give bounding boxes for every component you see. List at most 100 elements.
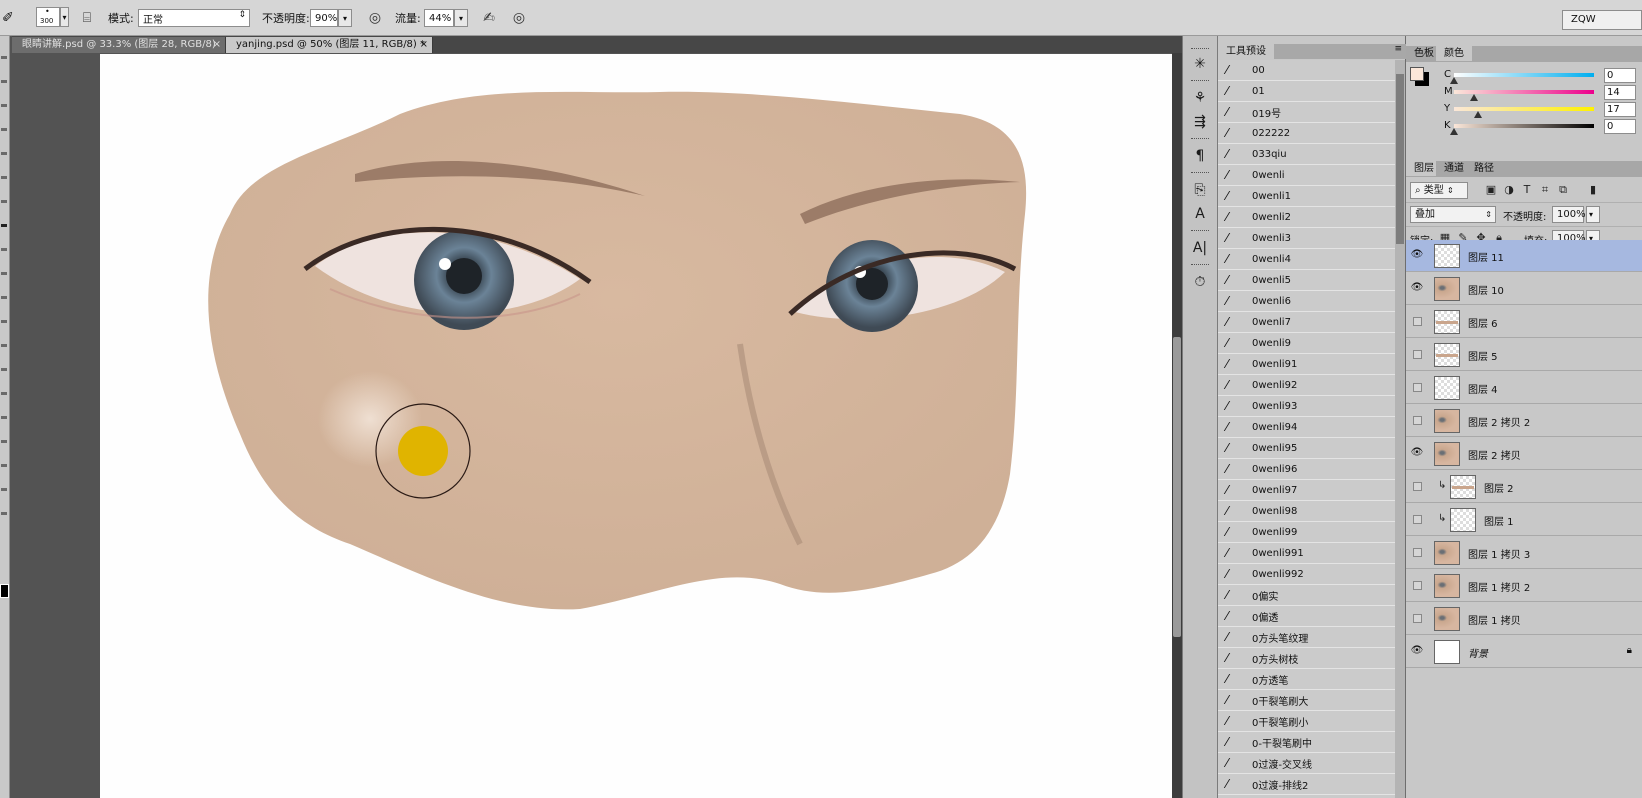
blend-mode-select[interactable]: 叠加 ⇕ <box>1410 206 1496 223</box>
tool-preset-row[interactable]: ⁄ 0过渡-排线2 <box>1218 774 1396 795</box>
tool-dodge[interactable] <box>1 368 7 371</box>
layer-opacity-input[interactable]: 100% <box>1552 206 1586 223</box>
cmyk-slider-thumb[interactable] <box>1450 128 1458 135</box>
brush-size-picker[interactable]: • 300 <box>36 7 60 27</box>
layer-filter-select[interactable]: ⌕ 类型 ⇕ <box>1410 182 1468 199</box>
tool-lasso[interactable] <box>1 104 7 107</box>
layer-name[interactable]: 图层 2 拷贝 2 <box>1468 414 1530 429</box>
brush-panel-toggle-icon[interactable]: ⌸ <box>78 9 96 27</box>
presets-scrollbar[interactable] <box>1395 60 1405 798</box>
tool-preset-row[interactable]: ⁄ 0wenli91 <box>1218 354 1396 375</box>
tool-preset-row[interactable]: ⁄ 0wenli3 <box>1218 228 1396 249</box>
tool-clone[interactable] <box>1 248 7 251</box>
cmyk-slider-thumb[interactable] <box>1469 94 1478 101</box>
layer-name[interactable]: 图层 1 拷贝 2 <box>1468 579 1530 594</box>
visibility-toggle[interactable] <box>1413 317 1422 326</box>
tool-type[interactable] <box>1 416 7 419</box>
doc-tab-eyes-tutorial[interactable]: 眼睛讲解.psd @ 33.3% (图层 28, RGB/8) × <box>12 37 226 53</box>
tool-preset-row[interactable]: ⁄ 0干裂笔刷大 <box>1218 690 1396 711</box>
layer-row[interactable]: ↳ 图层 1 <box>1406 504 1642 536</box>
visibility-toggle[interactable] <box>1413 515 1422 524</box>
tool-path-select[interactable] <box>1 440 7 443</box>
layer-thumbnail[interactable] <box>1434 277 1460 301</box>
tool-preset-row[interactable]: ⁄ 0wenli98 <box>1218 501 1396 522</box>
visibility-toggle[interactable] <box>1413 548 1422 557</box>
tool-preset-row[interactable]: ⁄ 0wenli2 <box>1218 207 1396 228</box>
tool-preset-row[interactable]: ⁄ 00 <box>1218 60 1396 81</box>
tool-move[interactable] <box>1 56 7 59</box>
tool-quick-select[interactable] <box>1 128 7 131</box>
tool-preset-row[interactable]: ⁄ 0过渡-交叉线 <box>1218 753 1396 774</box>
tool-preset-row[interactable]: ⁄ 0wenli92 <box>1218 375 1396 396</box>
tool-shape[interactable] <box>1 464 7 467</box>
tool-preset-row[interactable]: ⁄ 0wenli93 <box>1218 396 1396 417</box>
doc-tab-yanjing[interactable]: yanjing.psd @ 50% (图层 11, RGB/8) * × <box>226 37 433 53</box>
layer-row[interactable]: 👁︎ 图层 11 <box>1406 240 1642 272</box>
cmyk-value-input[interactable]: 0 <box>1604 119 1636 134</box>
layer-thumbnail[interactable] <box>1434 409 1460 433</box>
tool-healing[interactable] <box>1 200 7 203</box>
tool-preset-row[interactable]: ⁄ 0wenli99 <box>1218 522 1396 543</box>
tool-preset-row[interactable]: ⁄ 0wenli9 <box>1218 333 1396 354</box>
visibility-toggle[interactable] <box>1413 350 1422 359</box>
layer-thumbnail[interactable] <box>1434 574 1460 598</box>
visibility-toggle[interactable] <box>1413 416 1422 425</box>
visibility-toggle[interactable] <box>1413 581 1422 590</box>
dock-grip[interactable] <box>1191 48 1209 51</box>
visibility-toggle[interactable] <box>1413 614 1422 623</box>
dock-grip[interactable] <box>1191 230 1209 233</box>
tool-preset-row[interactable]: ⁄ 0wenli7 <box>1218 312 1396 333</box>
layer-row[interactable]: 图层 1 拷贝 2 <box>1406 570 1642 602</box>
tool-preset-row[interactable]: ⁄ 01 <box>1218 81 1396 102</box>
layer-name[interactable]: 图层 10 <box>1468 282 1504 297</box>
flow-dropdown[interactable]: ▾ <box>454 9 468 27</box>
presets-scroll-thumb[interactable] <box>1396 74 1404 244</box>
cmyk-slider-track[interactable] <box>1454 124 1594 128</box>
tool-preset-row[interactable]: ⁄ 019号 <box>1218 102 1396 123</box>
character-icon[interactable]: A <box>1188 202 1212 226</box>
layer-name[interactable]: 图层 11 <box>1468 249 1504 264</box>
opacity-input[interactable]: 90% <box>310 9 338 27</box>
layer-row[interactable]: 👁︎ 背景 🔒︎ <box>1406 636 1642 668</box>
cmyk-value-input[interactable]: 14 <box>1604 85 1636 100</box>
dock-grip[interactable] <box>1191 172 1209 175</box>
close-icon[interactable]: × <box>420 37 428 52</box>
layer-name[interactable]: 图层 4 <box>1468 381 1498 396</box>
tab-tool-presets[interactable]: 工具预设 <box>1218 44 1274 59</box>
tab-paths[interactable]: 路径 <box>1466 161 1502 176</box>
workspace-switcher[interactable]: ZQW <box>1562 10 1642 30</box>
canvas-scroll-thumb[interactable] <box>1173 337 1181 637</box>
layer-name[interactable]: 图层 1 <box>1484 513 1514 528</box>
brush-tool-icon[interactable]: ✐ <box>2 9 14 27</box>
tool-marquee[interactable] <box>1 80 7 83</box>
tool-preset-row[interactable]: ⁄ 0wenli1 <box>1218 186 1396 207</box>
paragraph-style-icon[interactable]: A| <box>1188 236 1212 260</box>
layer-thumbnail[interactable] <box>1434 442 1460 466</box>
tool-preset-row[interactable]: ⁄ 0wenli992 <box>1218 564 1396 585</box>
layer-thumbnail[interactable] <box>1434 244 1460 268</box>
eye-icon[interactable]: 👁︎ <box>1410 281 1424 295</box>
pressure-opacity-icon[interactable]: ◎ <box>366 9 384 27</box>
tool-eyedropper[interactable] <box>1 176 7 179</box>
tool-preset-row[interactable]: ⁄ 0wenli5 <box>1218 270 1396 291</box>
history-icon[interactable]: ⎘ <box>1188 178 1212 202</box>
document-canvas[interactable] <box>100 54 1172 798</box>
tool-hand[interactable] <box>1 488 7 491</box>
layer-thumbnail[interactable] <box>1434 607 1460 631</box>
paragraph-icon[interactable]: ¶ <box>1188 144 1212 168</box>
layer-row[interactable]: 图层 1 拷贝 <box>1406 603 1642 635</box>
tool-preset-row[interactable]: ⁄ 0wenli95 <box>1218 438 1396 459</box>
layer-thumbnail[interactable] <box>1450 508 1476 532</box>
eye-icon[interactable]: 👁︎ <box>1410 248 1424 262</box>
tool-preset-row[interactable]: ⁄ 033qiu <box>1218 144 1396 165</box>
cmyk-value-input[interactable]: 17 <box>1604 102 1636 117</box>
pressure-size-icon[interactable]: ◎ <box>510 9 528 27</box>
tool-preset-row[interactable]: ⁄ 0wenli4 <box>1218 249 1396 270</box>
tool-preset-row[interactable]: ⁄ 0wenli97 <box>1218 480 1396 501</box>
tool-history-brush[interactable] <box>1 272 7 275</box>
layer-opacity-dropdown[interactable]: ▾ <box>1586 206 1600 223</box>
layer-row[interactable]: 图层 2 拷贝 2 <box>1406 405 1642 437</box>
canvas-vertical-scrollbar[interactable] <box>1172 53 1182 798</box>
panel-menu-icon[interactable]: ≡ <box>1394 44 1402 54</box>
layer-name[interactable]: 图层 1 拷贝 <box>1468 612 1521 627</box>
